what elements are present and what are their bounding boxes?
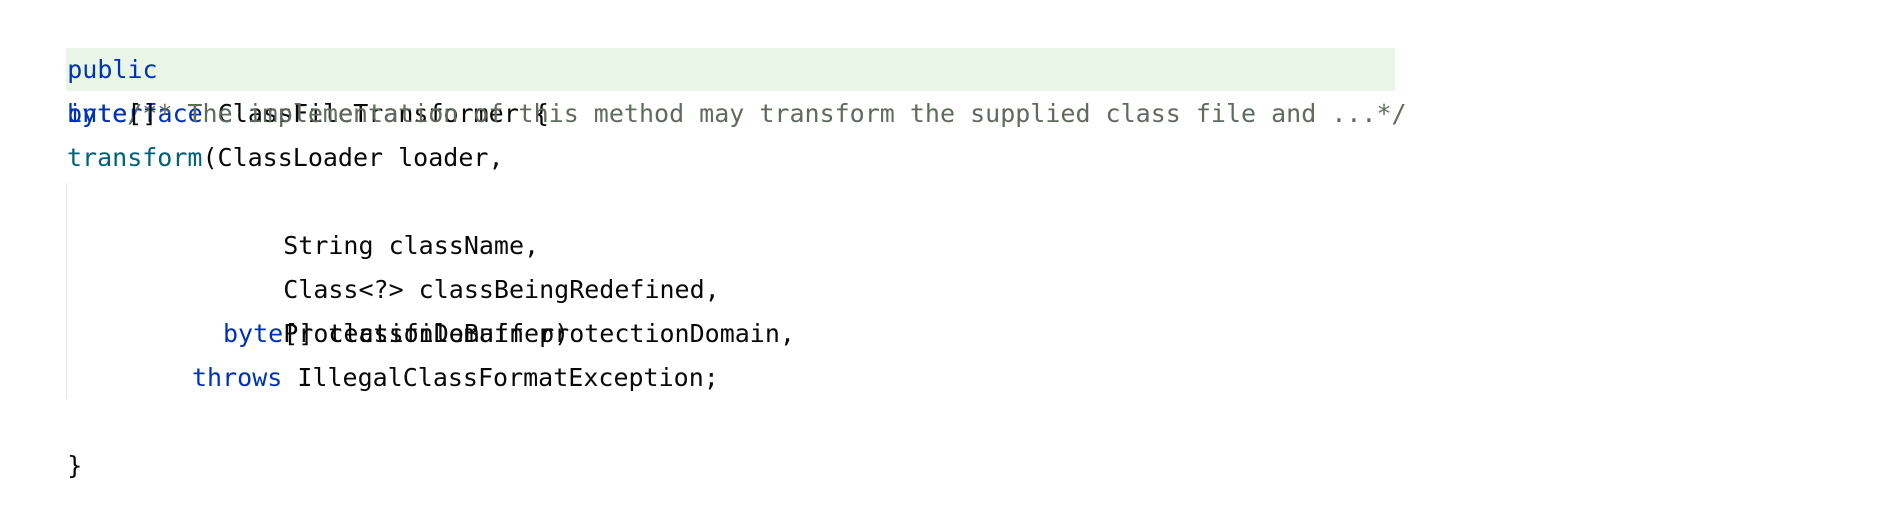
code-line-2[interactable]: /** The implementation of this method ma… [67, 48, 1406, 128]
code-editor[interactable]: public interface ClassFileTransformer { … [0, 0, 1880, 480]
code-line-8: byte[] classfileBuffer) [223, 312, 569, 356]
array-brackets: [] [127, 99, 158, 128]
code-line-4: transform(ClassLoader loader, [67, 136, 504, 180]
indent-guide [66, 183, 67, 399]
method-name-transform: transform [67, 143, 203, 172]
code-line-3: byte[] [67, 92, 157, 136]
closing-brace: } [67, 451, 83, 480]
code-line-7: ProtectionDomain protectionDomain, [223, 268, 795, 348]
parameter-loader: (ClassLoader loader, [202, 143, 504, 172]
keyword-throws: throws [192, 363, 283, 392]
code-line-6: Class<?> classBeingRedefined, [223, 224, 720, 304]
keyword-byte: byte [67, 99, 128, 128]
code-line-10: } [7, 400, 82, 480]
code-line-5: String className, [223, 180, 539, 260]
code-line-9: throws IllegalClassFormatException; [192, 356, 719, 400]
keyword-byte: byte [223, 319, 284, 348]
code-line-1: public interface ClassFileTransformer { [7, 4, 549, 128]
exception-declaration: IllegalClassFormatException; [282, 363, 719, 392]
parameter-classfile-buffer: [] classfileBuffer) [283, 319, 570, 348]
folded-javadoc-comment[interactable]: /** The implementation of this method ma… [127, 99, 1406, 128]
